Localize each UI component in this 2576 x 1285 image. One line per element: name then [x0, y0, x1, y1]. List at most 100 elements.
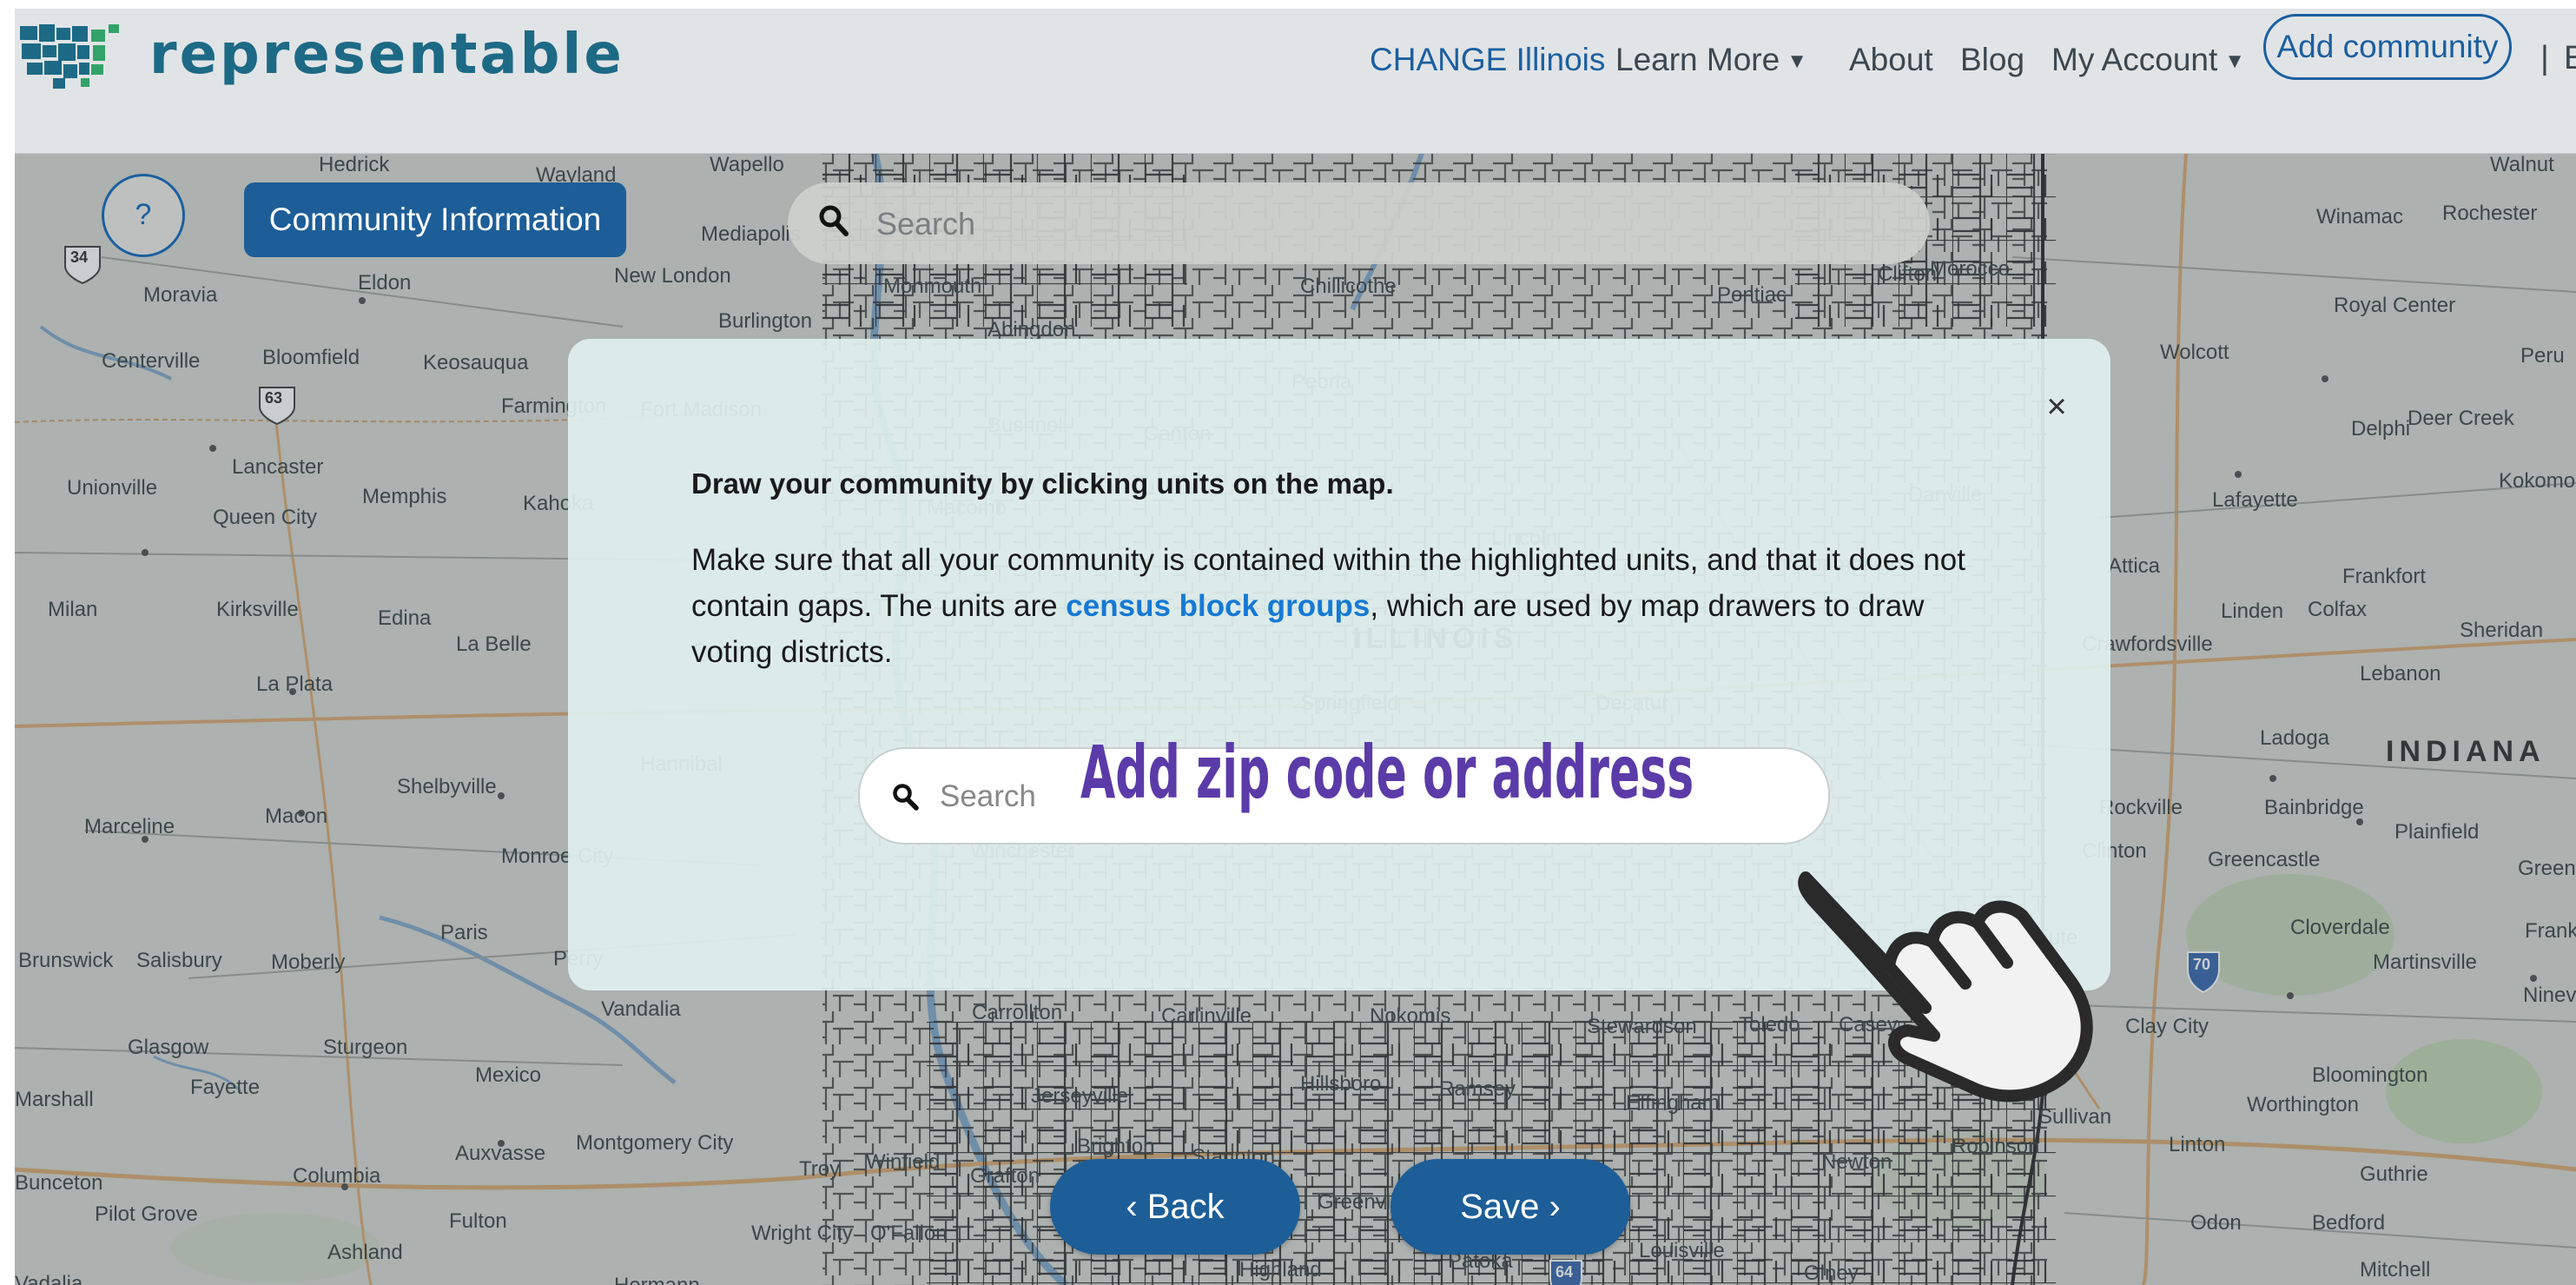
nav-learn-more[interactable]: Learn More ▼ [1615, 42, 1807, 78]
map-place-label: Bloomfield [262, 346, 360, 369]
map-place-label: Greenwood [2518, 857, 2576, 880]
map-place-label: Edina [378, 606, 432, 630]
census-block-groups-link[interactable]: census block groups [1066, 589, 1370, 623]
map-place-label: Robinson [1952, 1135, 2040, 1158]
map-place-label: Plainfield [2394, 820, 2480, 844]
map-place-label: Marshall [15, 1088, 94, 1111]
map-place-label: Nineveh [2523, 984, 2576, 1007]
map-place-label: Nokomis [1370, 1004, 1451, 1028]
map-place-label: Memphis [362, 485, 447, 508]
map-place-label: Cloverdale [2290, 916, 2390, 939]
nav-my-account[interactable]: My Account ▼ [2051, 42, 2245, 78]
map-place-label: Marceline [84, 815, 175, 838]
map-place-label: Sheridan [2460, 619, 2544, 642]
map-place-label: Colfax [2308, 598, 2368, 621]
modal-search-input[interactable] [938, 749, 1080, 845]
close-icon[interactable]: × [2038, 387, 2076, 426]
map-place-label: Wolcott [2160, 341, 2229, 364]
map-place-label: Pontiac [1717, 283, 1787, 307]
map-place-label: Macon [265, 805, 328, 828]
map-place-label: Rockville [2099, 796, 2183, 819]
map-place-label: Ramsey [1439, 1077, 1516, 1101]
map-place-label: Bainbridge [2264, 796, 2364, 819]
map-place-label: La Plata [256, 672, 334, 696]
map-place-label: Newton [1821, 1150, 1892, 1174]
pointing-hand-icon [1798, 871, 2093, 1103]
map-place-label: Martinsville [2373, 951, 2478, 974]
map-place-label: Troy [799, 1157, 841, 1181]
map-place-label: Carlinville [1161, 1004, 1252, 1028]
chevron-down-icon: ▼ [1787, 50, 1807, 74]
map-place-label: Shelbyville [397, 775, 497, 798]
map-place-label: Centerville [102, 349, 201, 373]
add-community-button[interactable]: Add community [2263, 14, 2512, 80]
map-place-label: Keosauqua [423, 351, 529, 374]
modal-body-text: Make sure that all your community is con… [691, 537, 1985, 675]
map-place-label: Wright City [751, 1222, 853, 1245]
nav-about[interactable]: About [1849, 42, 1933, 78]
map-place-label: O'Fallon [870, 1222, 948, 1245]
map-place-label: Kokomo [2499, 469, 2576, 493]
map-place-label: Unionville [67, 476, 158, 500]
map-place-label: Queen City [213, 506, 318, 529]
brand-logo-text[interactable]: representable [149, 23, 624, 87]
map-place-label: New London [614, 264, 731, 288]
map-place-label: Kirksville [216, 598, 299, 621]
back-button[interactable]: ‹ Back [1050, 1159, 1300, 1255]
map-place-label: Bunceton [15, 1171, 103, 1195]
map-place-label: Jerseyville [1031, 1084, 1129, 1108]
map-place-label: Toledo [1739, 1013, 1800, 1037]
nav-separator: | [2540, 40, 2549, 76]
route-shield-label: 64 [1556, 1263, 1574, 1281]
map-place-label: Mediapolis [701, 222, 801, 246]
map-place-label: Monmouth [883, 275, 982, 298]
map-place-label: Moravia [143, 283, 218, 307]
map-place-label: Glasgow [128, 1036, 209, 1059]
chevron-down-icon: ▼ [2224, 50, 2246, 74]
map-place-label: Carrollton [972, 1001, 1063, 1024]
top-navbar: representable CHANGE Illinois Learn More… [15, 9, 2576, 154]
map-place-label: Lancaster [232, 455, 324, 479]
map-place-label: Eldon [358, 271, 412, 295]
map-place-label: Brunswick [18, 949, 114, 972]
map-place-label: Clifton [1878, 262, 1938, 286]
map-place-label: Walnut [2490, 153, 2554, 176]
map-place-label: Bloomington [2312, 1063, 2428, 1087]
map-place-label: Peru [2520, 344, 2565, 368]
community-information-button[interactable]: Community Information [244, 182, 626, 257]
map-place-label: Fayette [190, 1076, 261, 1099]
map-place-label: Guthrie [2360, 1162, 2428, 1186]
logo-map-icon [20, 24, 119, 89]
map-state-label: INDIANA [2386, 735, 2546, 768]
map-place-label: Auxvasse [455, 1142, 546, 1165]
search-icon [893, 784, 919, 811]
map-place-label: Morocco [1930, 257, 2011, 281]
map-place-label: Paris [440, 921, 488, 944]
map-place-label: Hermann [614, 1274, 700, 1285]
map-place-label: Montgomery City [576, 1131, 734, 1155]
nav-my-account-label: My Account [2051, 42, 2218, 77]
help-button[interactable]: ? [102, 174, 185, 257]
nav-learn-more-label: Learn More [1615, 42, 1780, 77]
map-place-label: Attica [2108, 554, 2161, 578]
map-place-label: Vandalia [601, 997, 681, 1021]
nav-change-illinois[interactable]: CHANGE Illinois [1370, 42, 1605, 78]
map-place-label: Hillsboro [1300, 1072, 1382, 1096]
modal-heading: Draw your community by clicking units on… [691, 467, 1394, 500]
map-place-label: Winfield [866, 1150, 941, 1174]
map-place-label: Deer Creek [2408, 407, 2514, 430]
map-place-label: Lebanon [2360, 662, 2441, 686]
map-place-label: Lafayette [2212, 488, 2298, 512]
nav-blog[interactable]: Blog [1960, 42, 2024, 78]
map-place-label: Rochester [2442, 202, 2538, 225]
map-place-label: Fulton [449, 1209, 507, 1233]
map-place-label: Milan [48, 598, 98, 621]
map-place-label: Ashland [327, 1241, 403, 1264]
map-place-label: Sturgeon [323, 1036, 408, 1059]
map-search-input[interactable] [875, 182, 1877, 266]
map-search-bar[interactable] [788, 182, 1930, 266]
app-frame: Hedrick Wayland Wapello Winamac Rochester Wal… [15, 9, 2576, 1285]
map-place-label: Stewardson [1587, 1015, 1697, 1038]
nav-item-truncated[interactable]: E [2564, 40, 2576, 77]
save-button[interactable]: Save › [1390, 1159, 1630, 1255]
